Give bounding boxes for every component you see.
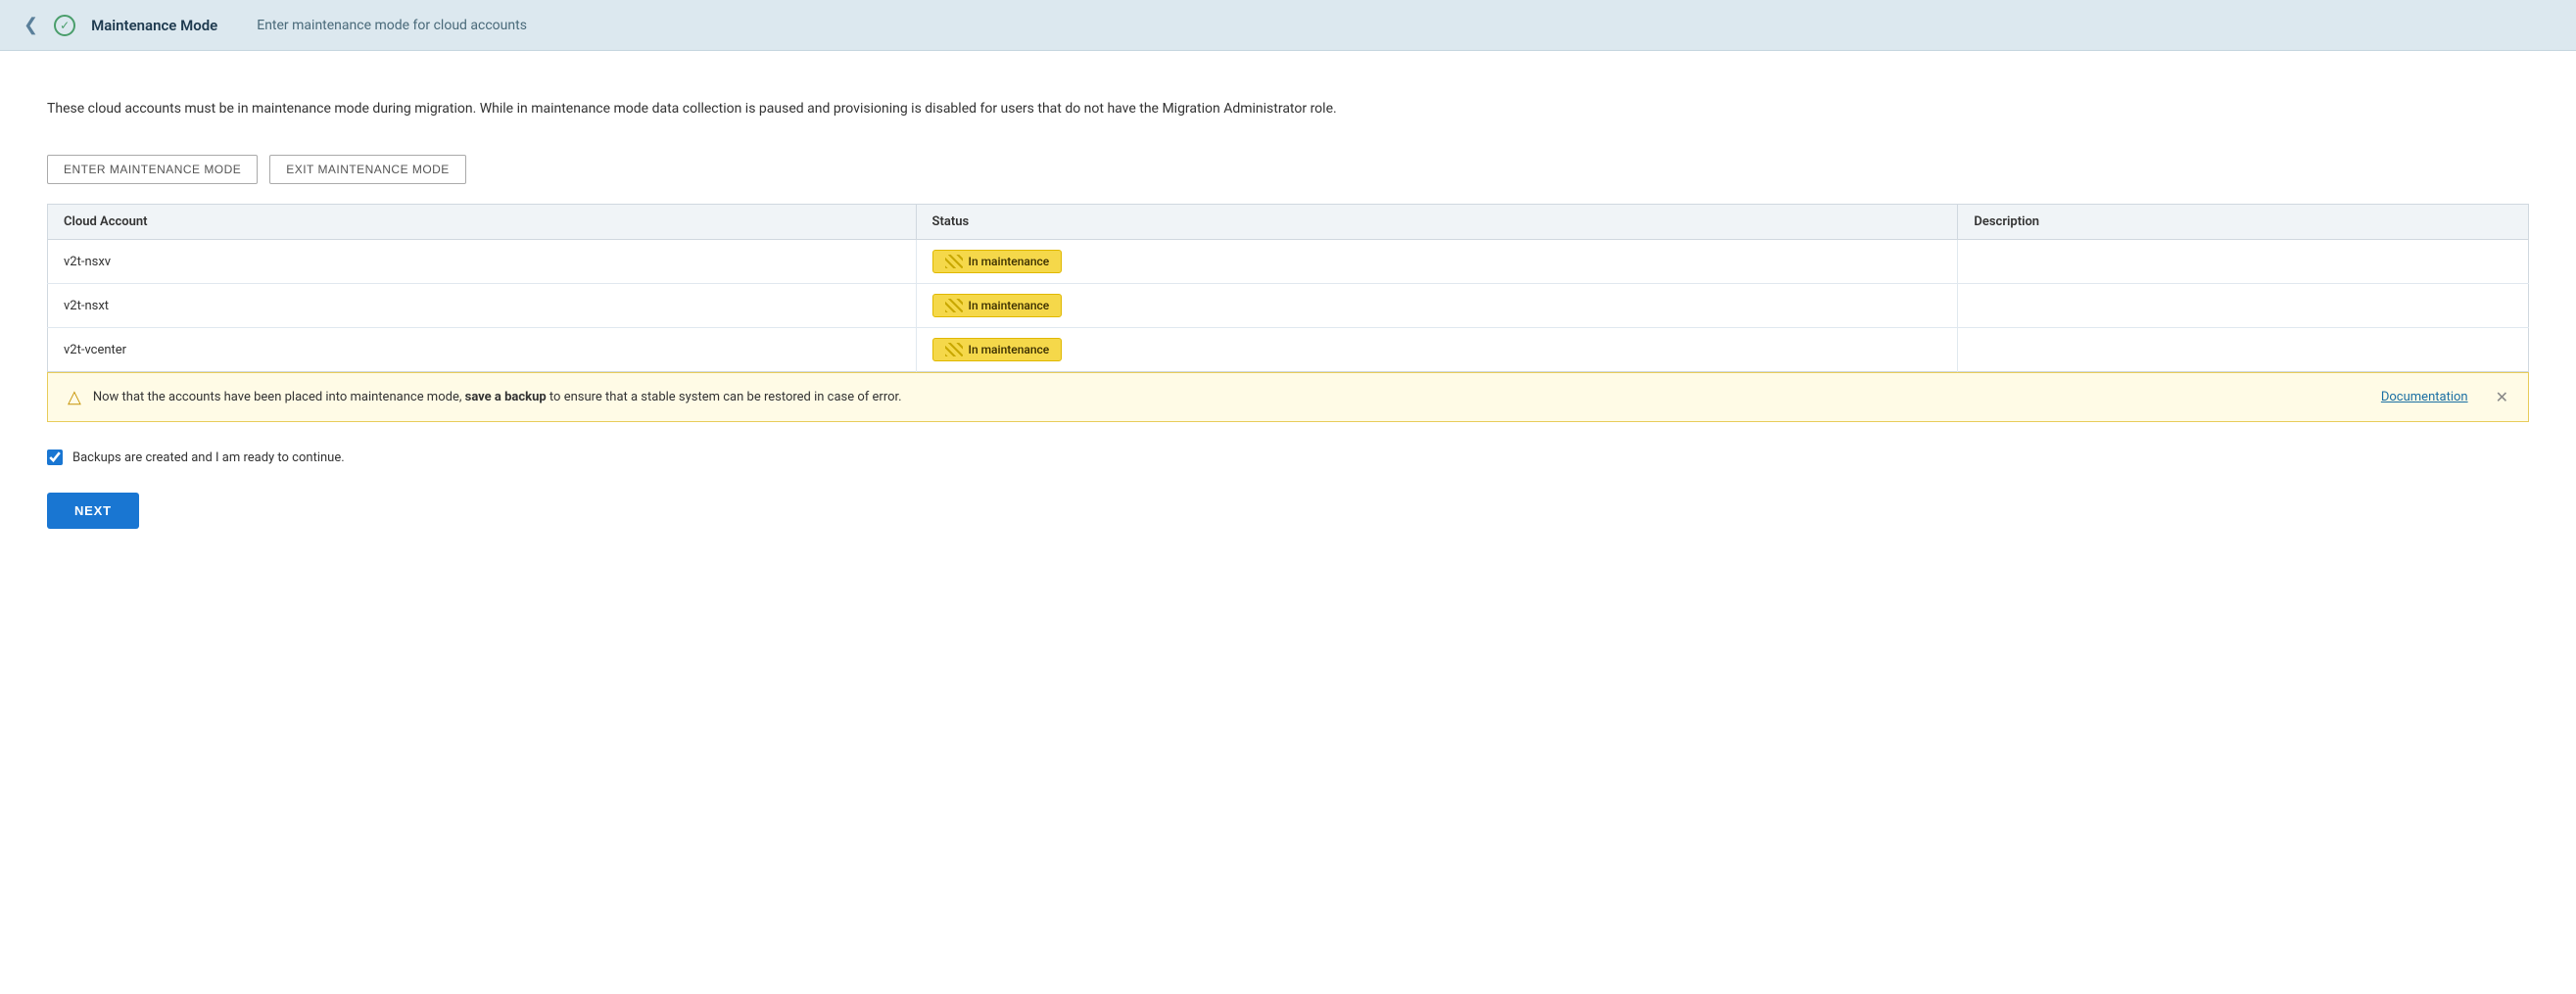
button-row: ENTER MAINTENANCE MODE EXIT MAINTENANCE … (47, 155, 2529, 184)
cell-account: v2t-nsxv (48, 240, 917, 284)
documentation-link[interactable]: Documentation (2381, 390, 2468, 404)
enter-maintenance-button[interactable]: ENTER MAINTENANCE MODE (47, 155, 258, 184)
maintenance-pattern-icon (945, 299, 963, 312)
warning-banner: △ Now that the accounts have been placed… (47, 372, 2529, 422)
table-row: v2t-nsxt In maintenance (48, 284, 2529, 328)
next-button[interactable]: NEXT (47, 493, 139, 529)
table-header-row: Cloud Account Status Description (48, 205, 2529, 240)
table-row: v2t-vcenter In maintenance (48, 328, 2529, 372)
cell-status: In maintenance (916, 240, 1958, 284)
cell-account: v2t-vcenter (48, 328, 917, 372)
maintenance-pattern-icon (945, 343, 963, 356)
status-badge-text: In maintenance (969, 255, 1050, 268)
cell-status: In maintenance (916, 284, 1958, 328)
status-badge: In maintenance (932, 250, 1063, 273)
cell-description (1958, 240, 2529, 284)
cell-description (1958, 328, 2529, 372)
status-badge: In maintenance (932, 294, 1063, 317)
backup-checkbox-row: Backups are created and I am ready to co… (47, 450, 2529, 465)
main-content: These cloud accounts must be in maintena… (0, 51, 2576, 994)
cell-status: In maintenance (916, 328, 1958, 372)
backup-checkbox[interactable] (47, 450, 63, 465)
step-subtitle: Enter maintenance mode for cloud account… (257, 18, 527, 33)
table-row: v2t-nsxv In maintenance (48, 240, 2529, 284)
column-header-status: Status (916, 205, 1958, 240)
column-header-account: Cloud Account (48, 205, 917, 240)
header-bar: ❮ ✓ Maintenance Mode Enter maintenance m… (0, 0, 2576, 51)
maintenance-pattern-icon (945, 255, 963, 268)
status-badge: In maintenance (932, 338, 1063, 361)
collapse-icon[interactable]: ❮ (24, 15, 38, 35)
cell-account: v2t-nsxt (48, 284, 917, 328)
step-complete-icon: ✓ (54, 15, 75, 36)
status-badge-text: In maintenance (969, 299, 1050, 312)
close-warning-button[interactable]: ✕ (2496, 388, 2508, 406)
warning-icon: △ (68, 387, 81, 407)
cloud-accounts-table: Cloud Account Status Description v2t-nsx… (47, 204, 2529, 372)
description-text: These cloud accounts must be in maintena… (47, 98, 1467, 119)
status-badge-text: In maintenance (969, 343, 1050, 356)
column-header-description: Description (1958, 205, 2529, 240)
step-title: Maintenance Mode (91, 17, 217, 34)
cell-description (1958, 284, 2529, 328)
warning-text: Now that the accounts have been placed i… (93, 388, 2369, 407)
backup-checkbox-label[interactable]: Backups are created and I am ready to co… (72, 450, 345, 465)
exit-maintenance-button[interactable]: EXIT MAINTENANCE MODE (269, 155, 466, 184)
